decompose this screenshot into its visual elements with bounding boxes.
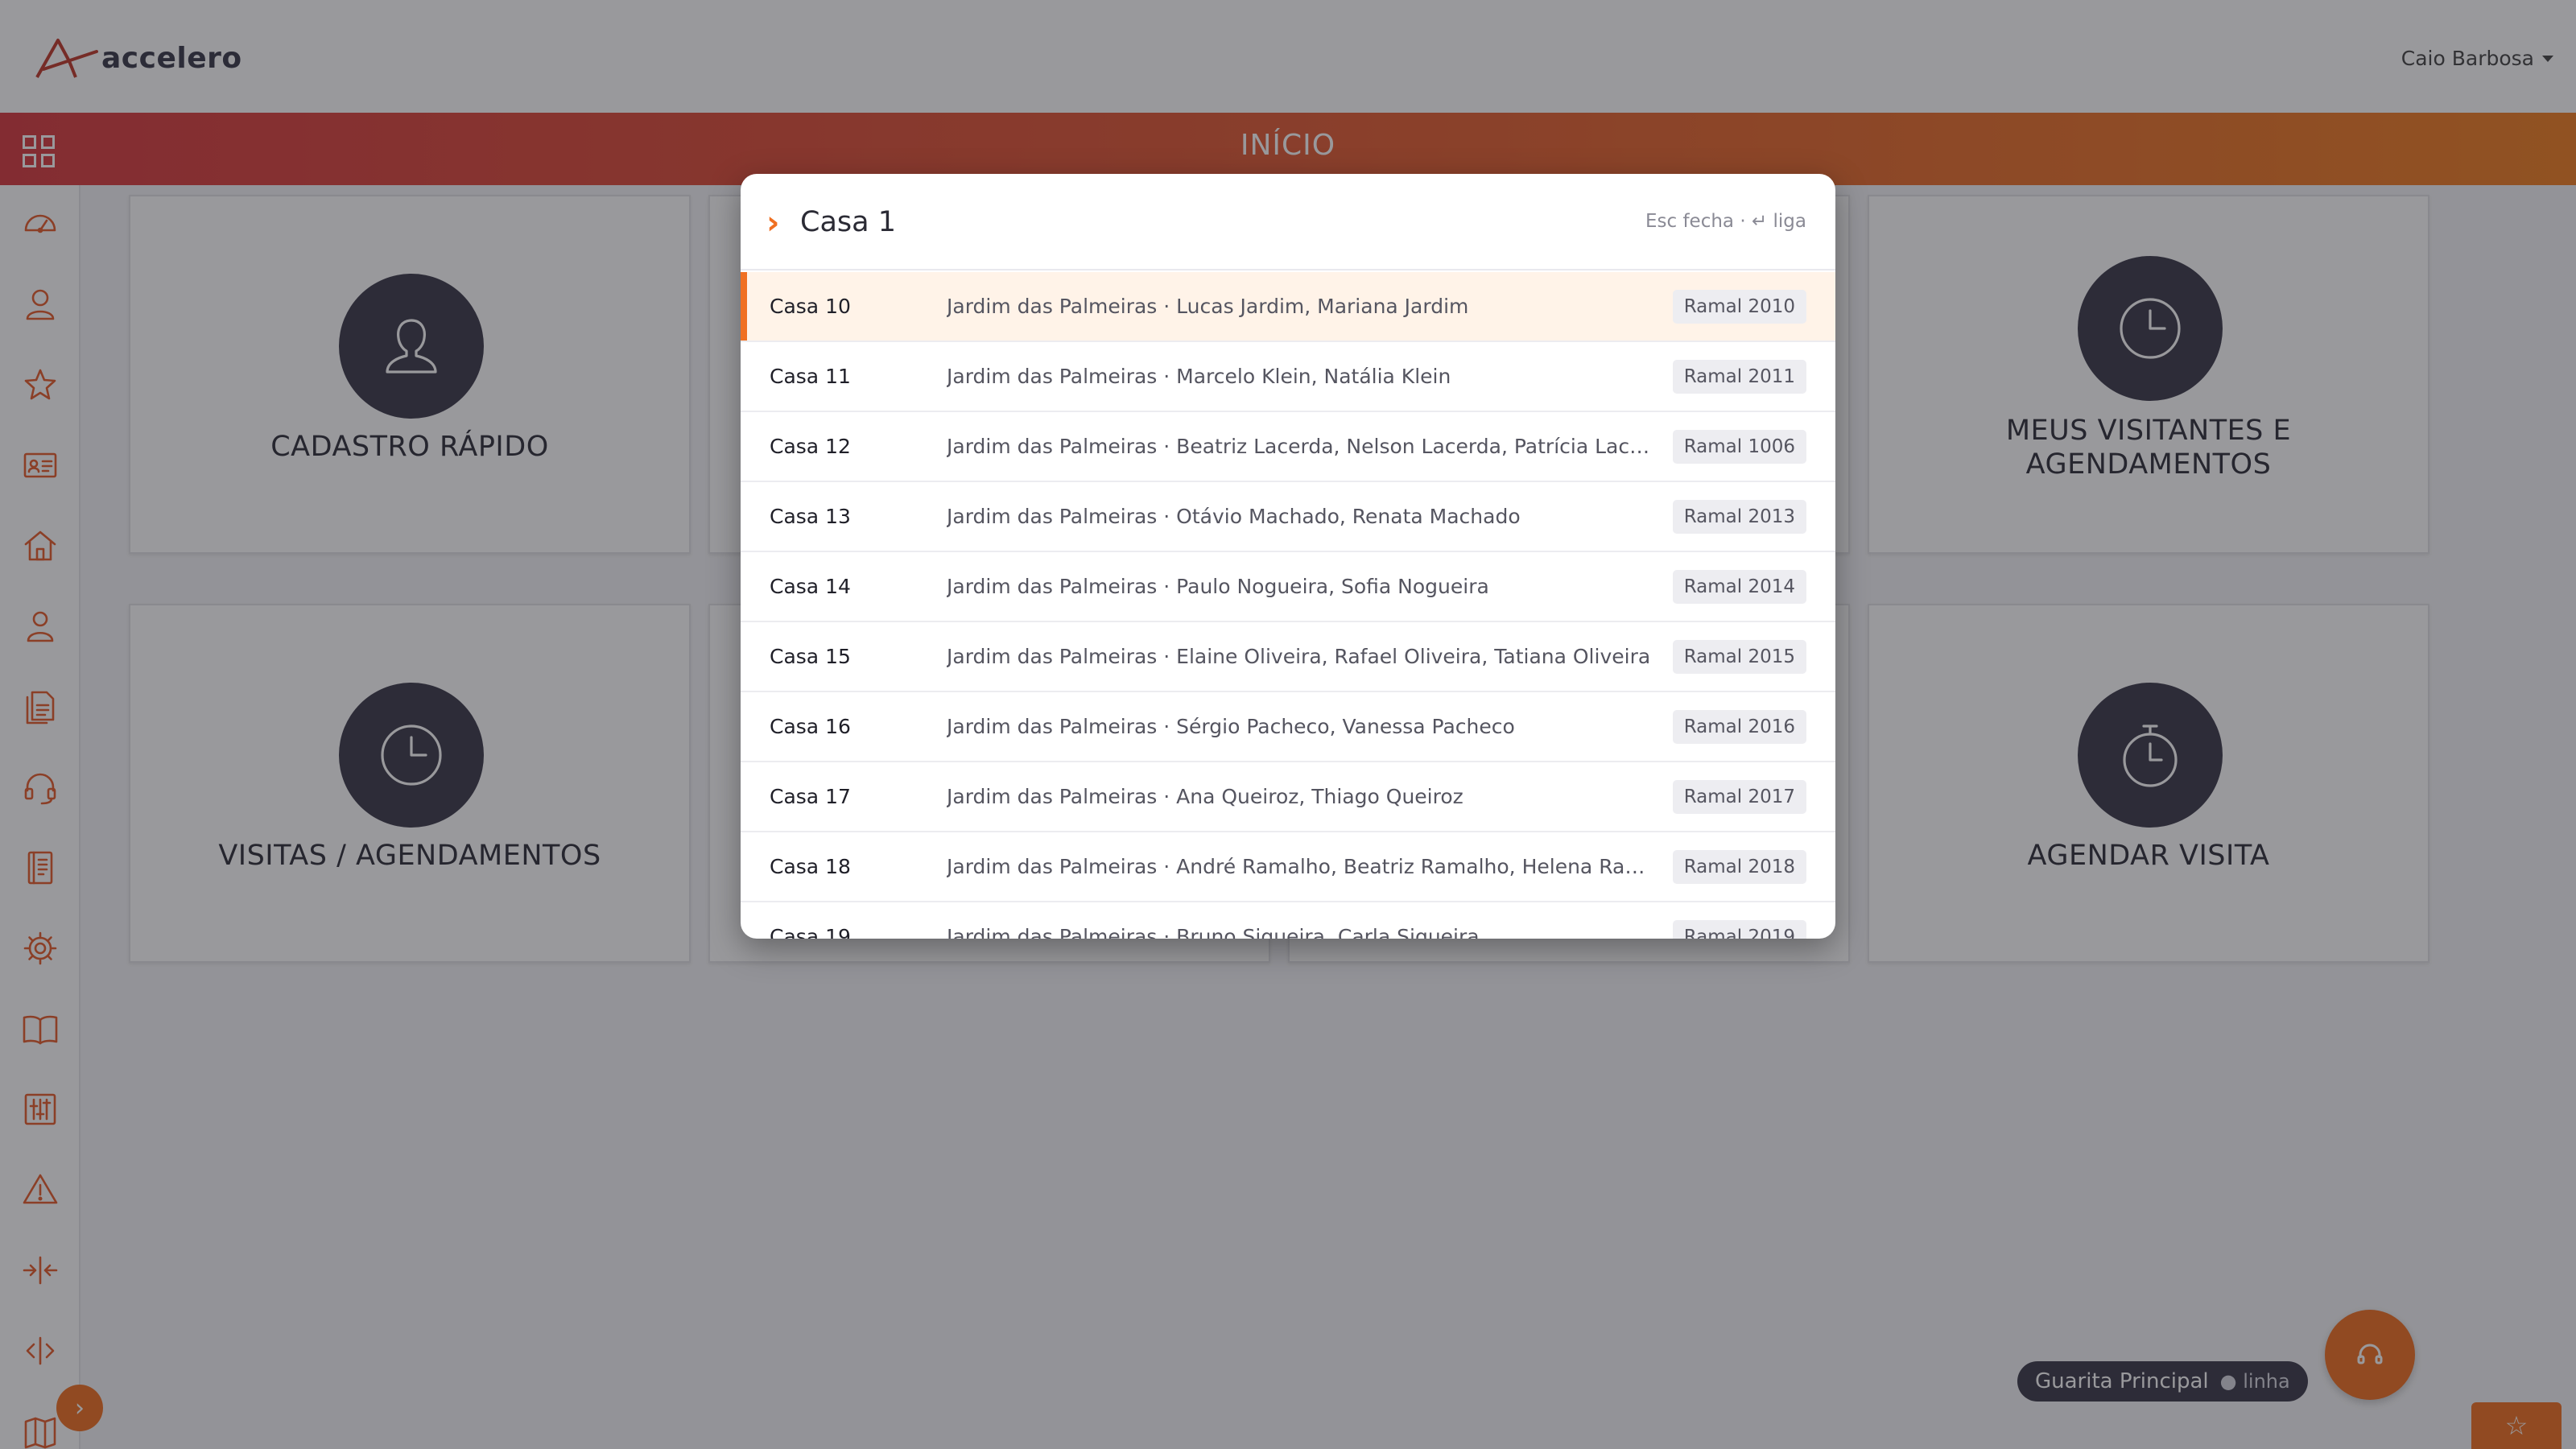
result-residents: Jardim das Palmeiras · André Ramalho, Be…: [947, 855, 1655, 878]
result-residents: Jardim das Palmeiras · Paulo Nogueira, S…: [947, 575, 1489, 598]
results-list: Casa 10 Jardim das Palmeiras · Lucas Jard…: [741, 272, 1835, 939]
result-residents: Jardim das Palmeiras · Beatriz Lacerda, …: [947, 435, 1655, 458]
result-row[interactable]: Casa 15 Jardim das Palmeiras · Elaine Oli…: [741, 622, 1835, 692]
result-residents: Jardim das Palmeiras · Marcelo Klein, Na…: [947, 365, 1451, 388]
result-row[interactable]: Casa 10 Jardim das Palmeiras · Lucas Jard…: [741, 272, 1835, 342]
result-house: Casa 14: [770, 575, 851, 598]
ramal-badge: Ramal 2016: [1672, 709, 1806, 744]
ramal-badge: Ramal 1006: [1672, 429, 1806, 464]
result-house: Casa 13: [770, 505, 851, 528]
modal-header: › Esc fecha · ↵ liga: [741, 174, 1835, 270]
result-row[interactable]: Casa 11 Jardim das Palmeiras · Marcelo Kl…: [741, 342, 1835, 412]
ramal-badge: Ramal 2015: [1672, 639, 1806, 674]
result-house: Casa 18: [770, 855, 851, 878]
result-row[interactable]: Casa 14 Jardim das Palmeiras · Paulo Nogu…: [741, 552, 1835, 622]
result-row[interactable]: Casa 18 Jardim das Palmeiras · André Rama…: [741, 832, 1835, 902]
ramal-badge: Ramal 2010: [1672, 289, 1806, 324]
ramal-badge: Ramal 2011: [1672, 359, 1806, 394]
ramal-badge: Ramal 2014: [1672, 569, 1806, 604]
result-house: Casa 17: [770, 785, 851, 808]
result-residents: Jardim das Palmeiras · Sérgio Pacheco, V…: [947, 715, 1515, 738]
result-house: Casa 12: [770, 435, 851, 458]
quick-search-modal: › Esc fecha · ↵ liga Casa 10 Jardim das P…: [741, 174, 1835, 939]
result-house: Casa 16: [770, 715, 851, 738]
ramal-badge: Ramal 2019: [1672, 919, 1806, 939]
result-house: Casa 11: [770, 365, 851, 388]
ramal-badge: Ramal 2018: [1672, 849, 1806, 884]
result-residents: Jardim das Palmeiras · Otávio Machado, R…: [947, 505, 1521, 528]
result-row[interactable]: Casa 13 Jardim das Palmeiras · Otávio Mac…: [741, 482, 1835, 552]
ramal-badge: Ramal 2013: [1672, 499, 1806, 534]
search-input[interactable]: [800, 198, 1525, 246]
result-house: Casa 10: [770, 295, 851, 318]
result-row[interactable]: Casa 16 Jardim das Palmeiras · Sérgio Pac…: [741, 692, 1835, 762]
chevron-right-icon: ›: [766, 204, 780, 242]
result-row[interactable]: Casa 17 Jardim das Palmeiras · Ana Queiro…: [741, 762, 1835, 832]
result-residents: Jardim das Palmeiras · Ana Queiroz, Thia…: [947, 785, 1463, 808]
result-residents: Jardim das Palmeiras · Bruno Siqueira, C…: [947, 925, 1480, 939]
ramal-badge: Ramal 2017: [1672, 779, 1806, 814]
result-house: Casa 19: [770, 925, 851, 939]
result-residents: Jardim das Palmeiras · Lucas Jardim, Mar…: [947, 295, 1469, 318]
result-house: Casa 15: [770, 645, 851, 668]
result-row[interactable]: Casa 12 Jardim das Palmeiras · Beatriz La…: [741, 412, 1835, 482]
result-residents: Jardim das Palmeiras · Elaine Oliveira, …: [947, 645, 1651, 668]
result-row[interactable]: Casa 19 Jardim das Palmeiras · Bruno Siqu…: [741, 902, 1835, 939]
keyboard-hint: Esc fecha · ↵ liga: [1645, 211, 1806, 232]
